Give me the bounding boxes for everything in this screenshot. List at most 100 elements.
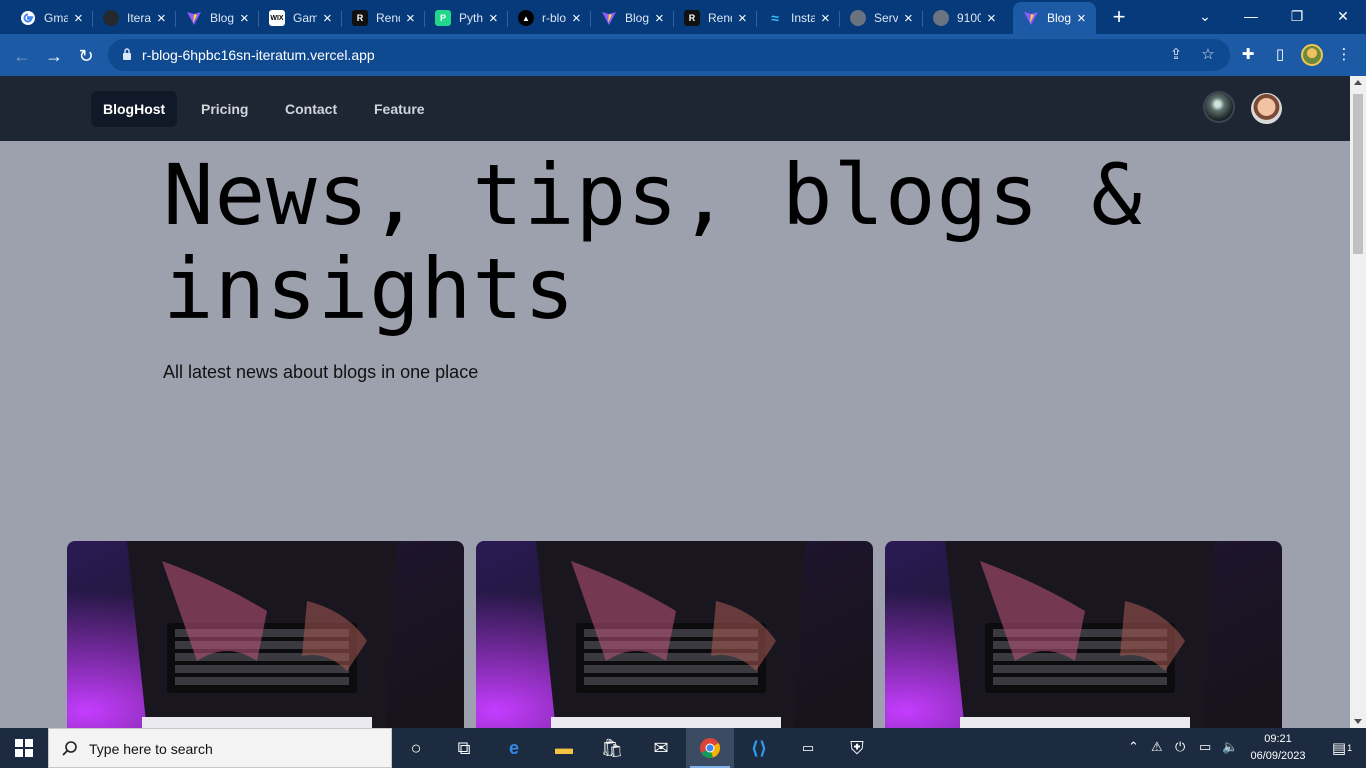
nav-contact[interactable]: Contact xyxy=(285,91,337,127)
chrome-icon[interactable] xyxy=(686,728,734,768)
extensions-icon[interactable]: ✚ xyxy=(1238,45,1258,65)
notification-center-icon[interactable]: ▤ 1 xyxy=(1318,728,1366,768)
tab-blog-active[interactable]: Blog × xyxy=(1013,2,1096,34)
vercel-icon: ▲ xyxy=(518,10,534,26)
cortana-icon[interactable]: ○ xyxy=(392,728,440,768)
terminal-icon[interactable]: ▭ xyxy=(784,728,832,768)
scroll-thumb[interactable] xyxy=(1353,94,1363,254)
volume-tray-icon[interactable]: 🔈 xyxy=(1222,739,1238,755)
system-clock[interactable]: 09:21 06/09/2023 xyxy=(1248,731,1308,765)
close-tab-icon[interactable]: × xyxy=(1077,10,1089,27)
forward-button[interactable]: → xyxy=(40,42,68,70)
restore-button[interactable]: ❐ xyxy=(1274,0,1320,32)
new-tab-button[interactable]: + xyxy=(1108,5,1130,29)
tab-vercel[interactable]: ▲ r-blog × xyxy=(508,2,591,34)
close-tab-icon[interactable]: × xyxy=(655,10,667,27)
user-avatar[interactable] xyxy=(1251,93,1282,124)
lock-icon xyxy=(123,48,131,60)
reload-button[interactable]: ↻ xyxy=(72,42,100,70)
scroll-down-icon[interactable] xyxy=(1354,719,1362,724)
vite-icon xyxy=(186,10,202,26)
bookmark-star-icon[interactable]: ☆ xyxy=(1198,45,1218,65)
tab-blog-2[interactable]: Blog × xyxy=(591,2,674,34)
search-icon xyxy=(62,741,77,756)
blog-card-image[interactable] xyxy=(476,541,873,728)
tailwind-icon: ≈ xyxy=(771,10,779,26)
close-tab-icon[interactable]: × xyxy=(821,10,833,27)
globe-icon xyxy=(933,10,949,26)
vscode-icon[interactable]: ⟨⟩ xyxy=(735,728,783,768)
close-tab-icon[interactable]: × xyxy=(406,10,418,27)
google-icon xyxy=(20,10,36,26)
close-tab-icon[interactable]: × xyxy=(489,10,501,27)
laptop-keyboard-image xyxy=(67,541,464,728)
task-view-icon[interactable]: ⧉ xyxy=(440,728,488,768)
tab-render-1[interactable]: R Render × xyxy=(342,2,425,34)
globe-icon xyxy=(850,10,866,26)
close-window-button[interactable]: ✕ xyxy=(1320,0,1366,32)
profile-avatar[interactable] xyxy=(1301,44,1323,66)
wix-icon: WIX xyxy=(269,10,285,26)
github-icon xyxy=(103,10,119,26)
tab-tailwind[interactable]: ≈ Install × xyxy=(757,2,840,34)
search-placeholder: Type here to search xyxy=(89,741,213,757)
security-tray-icon[interactable]: ⚠ xyxy=(1151,739,1163,755)
nav-feature[interactable]: Feature xyxy=(374,91,425,127)
close-tab-icon[interactable]: × xyxy=(904,10,916,27)
browser-toolbar: ← → ↻ r-blog-6hpbc16sn-iteratum.vercel.a… xyxy=(0,34,1366,76)
store-icon[interactable]: 🛍 xyxy=(588,728,636,768)
url-text: r-blog-6hpbc16sn-iteratum.vercel.app xyxy=(142,47,375,63)
close-tab-icon[interactable]: × xyxy=(738,10,750,27)
close-tab-icon[interactable]: × xyxy=(157,10,169,27)
laptop-keyboard-image xyxy=(476,541,873,728)
show-hidden-icons-icon[interactable]: ⌃ xyxy=(1128,739,1139,755)
laptop-keyboard-image xyxy=(885,541,1282,728)
file-explorer-icon[interactable]: ▬ xyxy=(540,728,588,768)
tab-search-icon[interactable]: ⌄ xyxy=(1182,0,1228,32)
tab-github[interactable]: Iteratum × xyxy=(93,2,176,34)
edge-icon[interactable]: e xyxy=(490,728,538,768)
close-tab-icon[interactable]: × xyxy=(987,10,999,27)
close-tab-icon[interactable]: × xyxy=(572,10,584,27)
clock-time: 09:21 xyxy=(1264,733,1292,745)
share-icon[interactable]: ⇪ xyxy=(1166,45,1186,65)
blog-card-image[interactable] xyxy=(67,541,464,728)
tab-server[interactable]: Server × xyxy=(840,2,923,34)
windows-logo-icon xyxy=(15,739,33,757)
tab-python[interactable]: P Python × xyxy=(425,2,508,34)
close-tab-icon[interactable]: × xyxy=(240,10,252,27)
tab-wix[interactable]: WIX Games × xyxy=(259,2,342,34)
tab-9100[interactable]: 9100 × xyxy=(923,2,1006,34)
vite-icon xyxy=(601,10,617,26)
mail-icon[interactable]: ✉ xyxy=(637,728,685,768)
minimize-button[interactable]: — xyxy=(1228,0,1274,32)
blog-card-image[interactable] xyxy=(885,541,1282,728)
tab-blog-1[interactable]: Blog × xyxy=(176,2,259,34)
windows-taskbar: Type here to search ○ ⧉ e ▬ 🛍 ✉ ⟨⟩ ▭ ⛨ ⌃… xyxy=(0,728,1366,768)
render-icon: R xyxy=(352,10,368,26)
security-shield-icon[interactable]: ⛨ xyxy=(833,728,881,768)
clock-date: 06/09/2023 xyxy=(1250,750,1306,762)
vite-icon xyxy=(1023,10,1039,26)
pycharm-icon: P xyxy=(435,10,451,26)
page-scrollbar[interactable] xyxy=(1350,76,1366,728)
tab-gmail[interactable]: Gmail × xyxy=(10,2,93,34)
hero-subtitle: All latest news about blogs in one place xyxy=(163,362,479,382)
start-button[interactable] xyxy=(0,728,48,768)
nav-pricing[interactable]: Pricing xyxy=(201,91,248,127)
taskbar-search[interactable]: Type here to search xyxy=(48,728,392,768)
side-panel-icon[interactable]: ▯ xyxy=(1270,45,1290,65)
theme-orb-icon[interactable] xyxy=(1205,93,1233,121)
network-tray-icon[interactable]: ▭ xyxy=(1199,739,1211,755)
render-icon: R xyxy=(684,10,700,26)
power-tray-icon[interactable]: ⏻ xyxy=(1175,739,1185,755)
close-tab-icon[interactable]: × xyxy=(74,10,86,27)
back-button[interactable]: ← xyxy=(8,42,36,70)
browser-tab-strip: Gmail × Iteratum × Blog × WIX Games × R … xyxy=(0,0,1366,34)
address-bar[interactable]: r-blog-6hpbc16sn-iteratum.vercel.app ⇪ ☆ xyxy=(108,39,1230,71)
close-tab-icon[interactable]: × xyxy=(323,10,335,27)
brand-link[interactable]: BlogHost xyxy=(91,91,178,127)
tab-render-2[interactable]: R Render × xyxy=(674,2,757,34)
scroll-up-icon[interactable] xyxy=(1354,80,1362,85)
menu-kebab-icon[interactable]: ⋮ xyxy=(1334,45,1354,65)
